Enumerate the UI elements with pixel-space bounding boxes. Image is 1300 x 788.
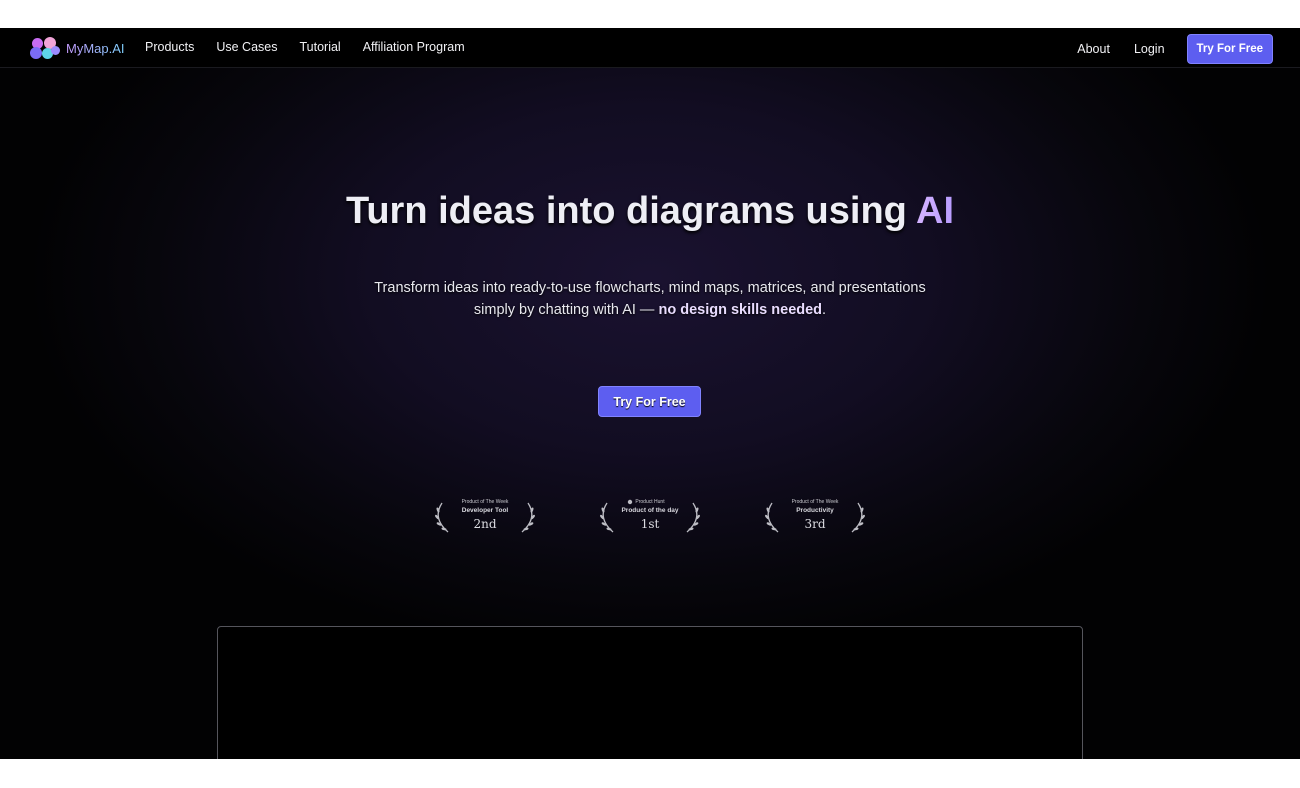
badge-label: Product of The Week — [461, 499, 509, 505]
badge-rank: 1st — [640, 517, 660, 531]
brand-name: MyMap.AI — [66, 40, 125, 56]
hero-subtitle-bold: no design skills needed — [658, 302, 823, 318]
hero-title-accent: AI — [916, 190, 955, 232]
hero-try-for-free-button[interactable]: Try For Free — [598, 386, 701, 417]
badge-productivity[interactable]: Product of The Week Productivity 3rd — [764, 498, 866, 536]
badge-rank: 3rd — [804, 517, 826, 531]
hero-subtitle: Transform ideas into ready-to-use flowch… — [360, 277, 940, 321]
demo-video-frame[interactable] — [217, 626, 1083, 759]
nav-login[interactable]: Login — [1134, 42, 1165, 56]
nav-affiliation-program[interactable]: Affiliation Program — [363, 40, 465, 54]
top-margin — [0, 0, 1300, 28]
nav-products[interactable]: Products — [145, 40, 194, 54]
badge-title: Product of the day — [621, 507, 679, 514]
badge-title: Productivity — [796, 507, 834, 514]
navbar: MyMap.AI Products Use Cases Tutorial Aff… — [0, 28, 1300, 68]
brand-logo-link[interactable]: MyMap.AI — [30, 37, 125, 59]
nav-try-for-free-button[interactable]: Try For Free — [1186, 34, 1273, 64]
badge-title: Developer Tool — [461, 507, 509, 514]
nav-use-cases[interactable]: Use Cases — [216, 40, 277, 54]
bottom-margin — [0, 759, 1300, 788]
page-viewport: MyMap.AI Products Use Cases Tutorial Aff… — [0, 28, 1300, 759]
hero-title-main: Turn ideas into diagrams using — [345, 190, 917, 232]
hero-subtitle-text: Transform ideas into ready-to-use flowch… — [374, 280, 926, 318]
badge-label: Product Hunt — [635, 499, 665, 505]
hero-subtitle-end: . — [822, 302, 827, 318]
nav-about[interactable]: About — [1077, 42, 1110, 56]
nav-right: About Login Try For Free — [1077, 34, 1273, 64]
mymap-logo-icon — [30, 37, 60, 59]
nav-links: Products Use Cases Tutorial Affiliation … — [145, 40, 487, 54]
hero-title: Turn ideas into diagrams using AI — [0, 190, 1300, 233]
badge-developer-tool[interactable]: Product of The Week Developer Tool 2nd — [434, 498, 536, 536]
badge-product-of-the-day[interactable]: Product Hunt Product of the day 1st — [599, 498, 701, 536]
badge-rank: 2nd — [473, 517, 497, 531]
nav-tutorial[interactable]: Tutorial — [299, 40, 340, 54]
badge-label: Product of The Week — [791, 499, 839, 505]
